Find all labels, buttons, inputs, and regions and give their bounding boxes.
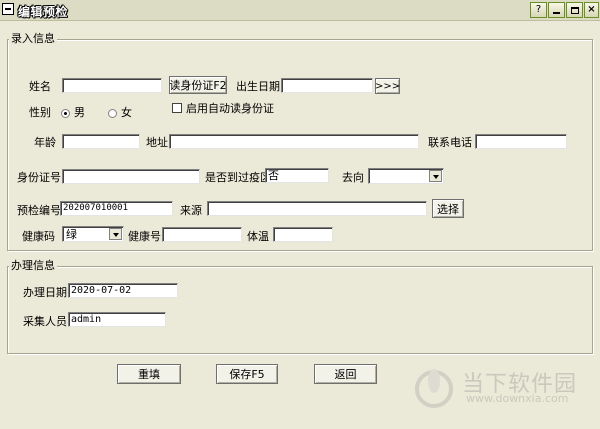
help-icon: ? (535, 4, 542, 15)
source-input[interactable] (207, 201, 427, 216)
phone-label: 联系电话 (428, 136, 472, 149)
temperature-label: 体温 (247, 230, 269, 243)
address-label: 地址 (146, 136, 168, 149)
id-number-input[interactable] (62, 169, 200, 184)
name-label: 姓名 (29, 80, 51, 93)
help-button[interactable]: ? (530, 2, 547, 18)
gender-male-label: 男 (74, 106, 85, 119)
precheck-number-label: 预检编号 (17, 204, 61, 217)
auto-read-id-label: 启用自动读身份证 (186, 102, 274, 115)
phone-input[interactable] (475, 134, 567, 149)
collector-input[interactable]: admin (68, 312, 166, 327)
destination-label: 去向 (342, 171, 364, 184)
age-input[interactable] (62, 134, 140, 149)
back-button[interactable]: 返回 (314, 364, 377, 384)
name-input[interactable] (62, 78, 162, 93)
health-number-label: 健康号 (128, 230, 161, 243)
birth-date-input[interactable] (281, 78, 373, 93)
birth-date-label: 出生日期 (236, 80, 280, 93)
address-input[interactable] (169, 134, 419, 149)
chevron-down-icon[interactable] (429, 170, 442, 182)
id-number-label: 身份证号 (17, 171, 61, 184)
birth-date-picker-button[interactable]: >>> (375, 78, 400, 94)
maximize-button[interactable] (566, 2, 583, 18)
gender-male-radio[interactable] (61, 109, 70, 118)
watermark-logo-icon (415, 369, 453, 408)
gender-female-label: 女 (121, 106, 132, 119)
reset-button[interactable]: 重填 (117, 364, 181, 384)
select-source-button[interactable]: 选择 (432, 199, 464, 218)
save-button[interactable]: 保存F5 (216, 364, 278, 384)
minimize-icon (553, 12, 560, 14)
entry-group-title: 录入信息 (9, 32, 57, 45)
gender-label: 性别 (29, 106, 51, 119)
gender-female-radio[interactable] (108, 109, 117, 118)
auto-read-id-checkbox[interactable] (172, 103, 182, 113)
watermark-url: www.downxia.com (466, 392, 569, 405)
process-group-title: 办理信息 (9, 259, 57, 272)
health-code-select[interactable]: 绿 (62, 226, 124, 242)
temperature-input[interactable] (273, 227, 333, 242)
process-group (7, 266, 593, 354)
precheck-number-input[interactable]: 202007010001 (60, 201, 173, 216)
age-label: 年龄 (34, 136, 56, 149)
close-icon: × (587, 4, 596, 15)
destination-select[interactable] (368, 168, 444, 184)
process-date-input[interactable]: 2020-07-02 (68, 283, 178, 298)
collector-label: 采集人员 (23, 315, 67, 328)
close-button[interactable]: × (584, 2, 599, 18)
health-number-input[interactable] (162, 227, 242, 242)
read-id-card-button[interactable]: 读身份证F2 (169, 76, 227, 94)
title-bar (0, 0, 600, 21)
window-title: 编辑预检 (18, 5, 69, 19)
epidemic-area-label: 是否到过疫区 (205, 171, 271, 184)
chevron-down-icon[interactable] (109, 228, 122, 240)
process-date-label: 办理日期 (23, 286, 67, 299)
app-icon[interactable] (2, 3, 14, 15)
epidemic-area-input[interactable]: 否 (265, 168, 329, 183)
maximize-icon (570, 6, 579, 14)
minimize-button[interactable] (548, 2, 565, 18)
source-label: 来源 (180, 204, 202, 217)
health-code-value: 绿 (66, 228, 77, 241)
health-code-label: 健康码 (22, 230, 55, 243)
